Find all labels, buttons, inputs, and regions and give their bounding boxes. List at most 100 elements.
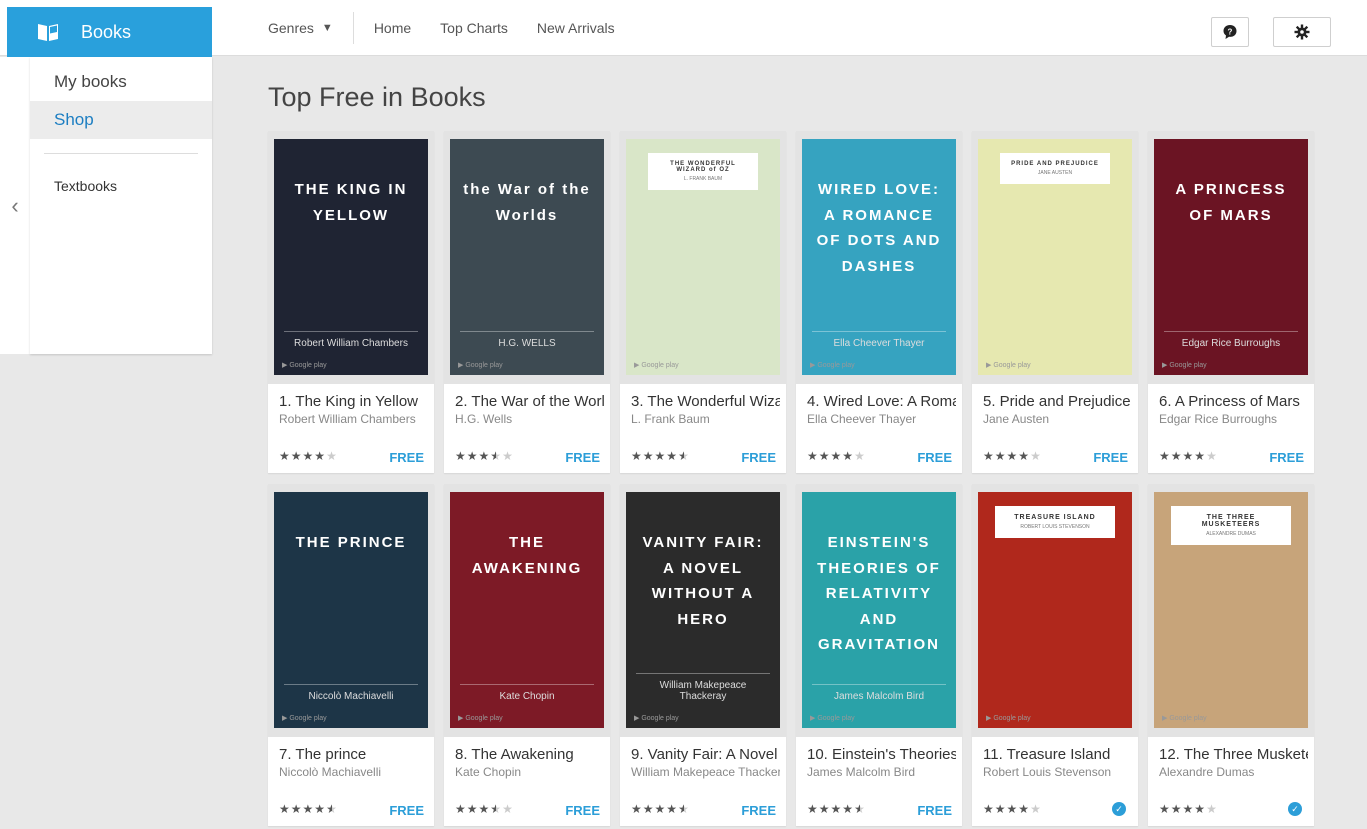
- cover-art: TREASURE ISLAND ROBERT LOUIS STEVENSON ▶…: [978, 492, 1132, 728]
- book-author[interactable]: William Makepeace Thackeray: [631, 765, 780, 779]
- book-cover[interactable]: WIRED LOVE: A ROMANCE OF DOTS AND DASHES…: [796, 131, 962, 384]
- nav-new-arrivals-link[interactable]: New Arrivals: [537, 20, 615, 36]
- book-author[interactable]: Kate Chopin: [455, 765, 604, 779]
- genres-dropdown[interactable]: Genres ▼: [268, 12, 354, 44]
- genres-label: Genres: [268, 20, 314, 36]
- star-icon: ★: [642, 449, 655, 463]
- book-cover[interactable]: VANITY FAIR: A NOVEL WITHOUT A HERO Will…: [620, 484, 786, 737]
- cover-label: THE THREE MUSKETEERS ALEXANDRE DUMAS: [1171, 506, 1291, 545]
- cover-title: TREASURE ISLAND: [1014, 514, 1096, 521]
- google-play-icon: ▶ Google play: [634, 715, 679, 722]
- cover-title: EINSTEIN'S THEORIES OF RELATIVITY AND GR…: [817, 534, 941, 653]
- book-card[interactable]: THE PRINCE Niccolò Machiavelli ▶ Google …: [268, 484, 434, 826]
- book-author[interactable]: H.G. Wells: [455, 412, 604, 426]
- book-card[interactable]: WIRED LOVE: A ROMANCE OF DOTS AND DASHES…: [796, 131, 962, 473]
- sidebar-item-shop[interactable]: Shop: [30, 101, 212, 139]
- book-title[interactable]: 6. A Princess of Mars: [1159, 393, 1308, 410]
- price-button[interactable]: FREE: [565, 450, 600, 465]
- book-cover[interactable]: EINSTEIN'S THEORIES OF RELATIVITY AND GR…: [796, 484, 962, 737]
- book-title[interactable]: 9. Vanity Fair: A Novel Without a Hero: [631, 746, 780, 763]
- book-author[interactable]: Robert Louis Stevenson: [983, 765, 1132, 779]
- book-cover[interactable]: PRIDE AND PREJUDICE JANE AUSTEN ▶ Google…: [972, 131, 1138, 384]
- book-meta: 4. Wired Love: A Romance of Dots and Das…: [807, 393, 956, 426]
- book-title[interactable]: 3. The Wonderful Wizard of Oz: [631, 393, 780, 410]
- nav-top-charts-link[interactable]: Top Charts: [440, 20, 508, 36]
- star-icon: ★: [994, 449, 1007, 463]
- book-card[interactable]: THE KING IN YELLOW Robert William Chambe…: [268, 131, 434, 473]
- book-title[interactable]: 1. The King in Yellow: [279, 393, 428, 410]
- book-title[interactable]: 12. The Three Musketeers: [1159, 746, 1308, 763]
- price-button[interactable]: FREE: [389, 803, 424, 818]
- collapse-sidebar-button[interactable]: ‹: [0, 57, 30, 354]
- google-play-icon: ▶ Google play: [458, 715, 503, 722]
- price-button[interactable]: FREE: [389, 450, 424, 465]
- book-card[interactable]: A PRINCESS OF MARS Edgar Rice Burroughs …: [1148, 131, 1314, 473]
- book-card[interactable]: THE AWAKENING Kate Chopin ▶ Google play …: [444, 484, 610, 826]
- rating-stars: ★★★★★: [1159, 802, 1218, 816]
- google-play-icon: ▶ Google play: [810, 715, 855, 722]
- book-title[interactable]: 5. Pride and Prejudice: [983, 393, 1132, 410]
- book-author[interactable]: Niccolò Machiavelli: [279, 765, 428, 779]
- book-title[interactable]: 2. The War of the Worlds: [455, 393, 604, 410]
- star-icon: ★: [279, 802, 291, 816]
- price-button[interactable]: FREE: [741, 803, 776, 818]
- book-card[interactable]: EINSTEIN'S THEORIES OF RELATIVITY AND GR…: [796, 484, 962, 826]
- book-title[interactable]: 10. Einstein's Theories of Relativity an…: [807, 746, 956, 763]
- nav-home-link[interactable]: Home: [374, 20, 411, 36]
- star-icon: ★: [502, 802, 514, 816]
- book-author[interactable]: Jane Austen: [983, 412, 1132, 426]
- book-cover[interactable]: THE AWAKENING Kate Chopin ▶ Google play: [444, 484, 610, 737]
- book-card[interactable]: THE WONDERFUL WIZARD of OZ L. FRANK BAUM…: [620, 131, 786, 473]
- book-author[interactable]: Edgar Rice Burroughs: [1159, 412, 1308, 426]
- book-cover[interactable]: THE THREE MUSKETEERS ALEXANDRE DUMAS ▶ G…: [1148, 484, 1314, 737]
- book-card[interactable]: TREASURE ISLAND ROBERT LOUIS STEVENSON ▶…: [972, 484, 1138, 826]
- sidebar-item-textbooks[interactable]: Textbooks: [30, 178, 212, 194]
- book-cover[interactable]: the War of the Worlds H.G. WELLS ▶ Googl…: [444, 131, 610, 384]
- book-card[interactable]: THE THREE MUSKETEERS ALEXANDRE DUMAS ▶ G…: [1148, 484, 1314, 826]
- book-author[interactable]: L. Frank Baum: [631, 412, 780, 426]
- star-icon: ★: [654, 449, 667, 463]
- rating-stars: ★★★★★: [983, 802, 1042, 816]
- sidebar-item-my-books[interactable]: My books: [30, 63, 212, 101]
- star-icon: ★: [455, 802, 467, 816]
- book-title[interactable]: 11. Treasure Island: [983, 746, 1132, 763]
- price-button[interactable]: FREE: [917, 450, 952, 465]
- book-cover[interactable]: THE KING IN YELLOW Robert William Chambe…: [268, 131, 434, 384]
- book-cover[interactable]: THE PRINCE Niccolò Machiavelli ▶ Google …: [268, 484, 434, 737]
- book-cover[interactable]: A PRINCESS OF MARS Edgar Rice Burroughs …: [1148, 131, 1314, 384]
- star-icon: ★: [1006, 802, 1019, 816]
- price-button[interactable]: FREE: [1093, 450, 1128, 465]
- cover-title: THE THREE MUSKETEERS: [1201, 514, 1261, 528]
- book-author[interactable]: James Malcolm Bird: [807, 765, 956, 779]
- price-button[interactable]: FREE: [565, 803, 600, 818]
- settings-button[interactable]: [1273, 17, 1331, 47]
- price-button[interactable]: FREE: [1269, 450, 1304, 465]
- google-play-icon: ▶ Google play: [458, 362, 503, 369]
- price-button[interactable]: FREE: [741, 450, 776, 465]
- book-meta: 7. The prince Niccolò Machiavelli: [279, 746, 428, 779]
- price-button[interactable]: FREE: [917, 803, 952, 818]
- star-icon: ★: [502, 449, 514, 463]
- book-title[interactable]: 7. The prince: [279, 746, 428, 763]
- book-author[interactable]: Robert William Chambers: [279, 412, 428, 426]
- book-card[interactable]: VANITY FAIR: A NOVEL WITHOUT A HERO Will…: [620, 484, 786, 826]
- book-author[interactable]: Alexandre Dumas: [1159, 765, 1308, 779]
- star-icon: ★: [490, 449, 503, 463]
- cover-author: ROBERT LOUIS STEVENSON: [1020, 524, 1090, 530]
- star-icon: ★: [1206, 449, 1218, 463]
- star-icon: ★: [1018, 449, 1031, 463]
- star-icon: ★: [678, 449, 690, 463]
- book-card[interactable]: the War of the Worlds H.G. WELLS ▶ Googl…: [444, 131, 610, 473]
- google-play-icon: ▶ Google play: [634, 362, 679, 369]
- cover-author: Edgar Rice Burroughs: [1164, 331, 1298, 349]
- books-home-link[interactable]: Books: [7, 7, 212, 57]
- book-title[interactable]: 4. Wired Love: A Romance of Dots and Das…: [807, 393, 956, 410]
- book-author[interactable]: Ella Cheever Thayer: [807, 412, 956, 426]
- feedback-button[interactable]: ?: [1211, 17, 1249, 47]
- book-cover[interactable]: TREASURE ISLAND ROBERT LOUIS STEVENSON ▶…: [972, 484, 1138, 737]
- star-icon: ★: [830, 449, 843, 463]
- book-cover[interactable]: THE WONDERFUL WIZARD of OZ L. FRANK BAUM…: [620, 131, 786, 384]
- book-card[interactable]: PRIDE AND PREJUDICE JANE AUSTEN ▶ Google…: [972, 131, 1138, 473]
- cover-label: TREASURE ISLAND ROBERT LOUIS STEVENSON: [995, 506, 1115, 538]
- book-title[interactable]: 8. The Awakening: [455, 746, 604, 763]
